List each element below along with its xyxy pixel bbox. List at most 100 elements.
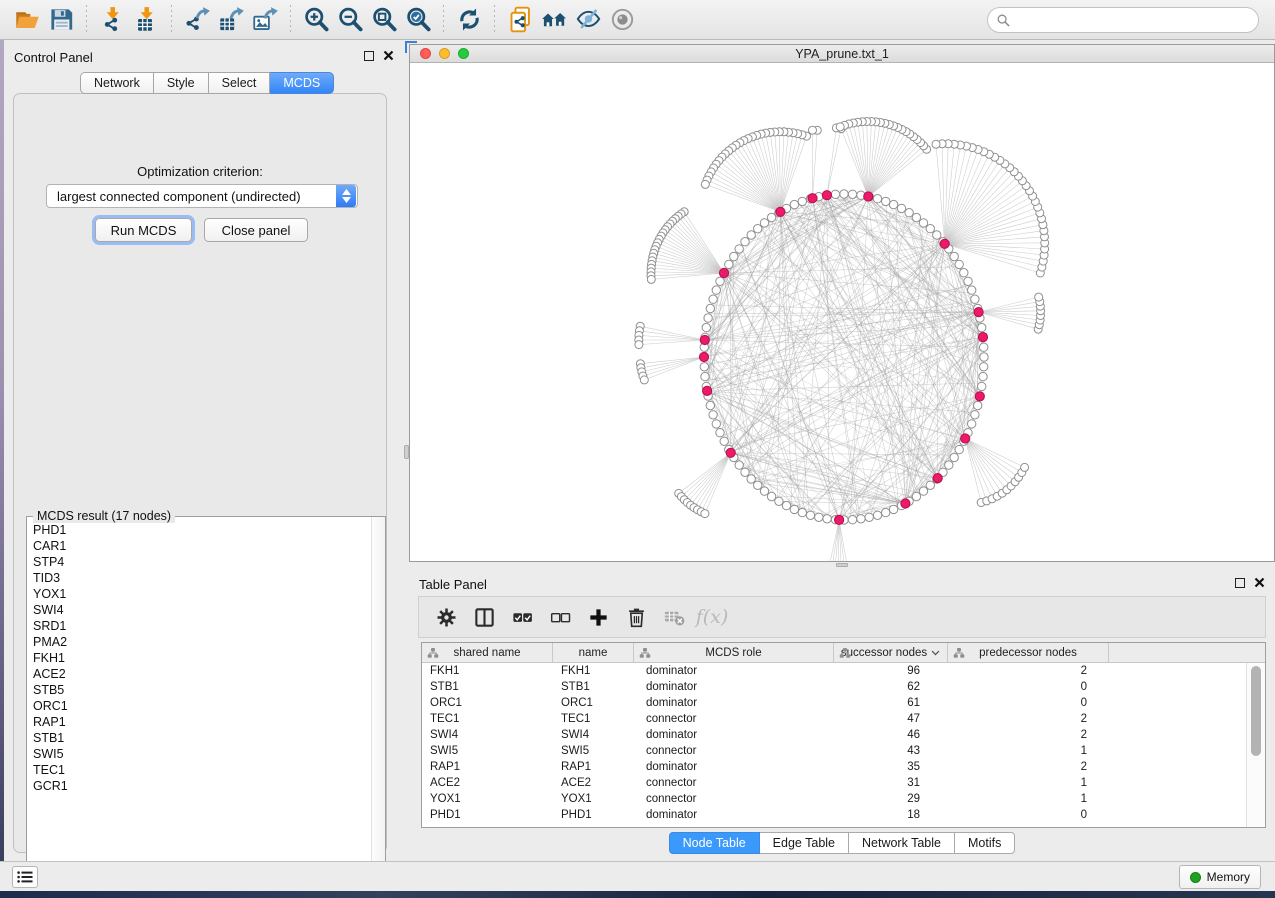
network-node[interactable]	[971, 411, 979, 419]
network-node[interactable]	[889, 200, 897, 208]
zoom-fit-button[interactable]	[367, 4, 401, 36]
table-cell[interactable]: dominator	[634, 679, 834, 695]
mcds-node[interactable]	[703, 386, 712, 395]
network-node[interactable]	[836, 123, 844, 131]
criterion-dropdown[interactable]: largest connected component (undirected)	[46, 184, 358, 208]
mcds-result-item[interactable]: STB5	[33, 682, 371, 698]
table-cell[interactable]: YOX1	[553, 791, 634, 807]
column-header-name[interactable]: name	[553, 643, 634, 662]
network-node[interactable]	[955, 445, 963, 453]
network-node[interactable]	[741, 238, 749, 246]
memory-button[interactable]: Memory	[1179, 865, 1261, 889]
network-node[interactable]	[919, 219, 927, 227]
network-node[interactable]	[968, 420, 976, 428]
table-cell[interactable]: dominator	[634, 663, 834, 679]
table-cell[interactable]: ORC1	[422, 695, 553, 711]
tab-network[interactable]: Network	[80, 72, 154, 94]
network-node[interactable]	[882, 508, 890, 516]
network-node[interactable]	[1021, 463, 1029, 471]
network-node[interactable]	[798, 508, 806, 516]
mcds-result-list[interactable]: PHD1CAR1STP4TID3YOX1SWI4SRD1PMA2FKH1ACE2…	[28, 518, 371, 878]
network-node[interactable]	[889, 505, 897, 513]
mcds-result-item[interactable]: SRD1	[33, 618, 371, 634]
network-node[interactable]	[702, 323, 710, 331]
network-node[interactable]	[873, 511, 881, 519]
network-node[interactable]	[706, 304, 714, 312]
table-cell[interactable]: ORC1	[553, 695, 634, 711]
mcds-result-item[interactable]: STB1	[33, 730, 371, 746]
network-node[interactable]	[933, 231, 941, 239]
table-cell[interactable]: dominator	[634, 759, 834, 775]
table-cell[interactable]: 2	[948, 727, 1109, 743]
network-node[interactable]	[926, 225, 934, 233]
tab-node-table[interactable]: Node Table	[669, 832, 760, 854]
float-panel-icon[interactable]	[1235, 578, 1245, 588]
mcds-node[interactable]	[822, 191, 831, 200]
network-node[interactable]	[775, 497, 783, 505]
table-row[interactable]: RAP1RAP1dominator352	[422, 759, 1245, 775]
deselect-all-button[interactable]	[541, 600, 579, 634]
table-cell[interactable]: dominator	[634, 807, 834, 823]
table-cell[interactable]: RAP1	[553, 759, 634, 775]
table-cell[interactable]: 0	[948, 695, 1109, 711]
select-all-button[interactable]	[503, 600, 541, 634]
table-cell[interactable]: connector	[634, 711, 834, 727]
network-node[interactable]	[790, 505, 798, 513]
network-node[interactable]	[980, 353, 988, 361]
table-cell[interactable]: 1	[948, 791, 1109, 807]
mcds-node[interactable]	[726, 448, 735, 457]
table-cell[interactable]: PHD1	[422, 807, 553, 823]
network-node[interactable]	[747, 475, 755, 483]
mcds-result-item[interactable]: PMA2	[33, 634, 371, 650]
table-cell[interactable]: 47	[834, 711, 948, 727]
network-node[interactable]	[971, 295, 979, 303]
table-cell[interactable]: 18	[834, 807, 948, 823]
network-node[interactable]	[905, 209, 913, 217]
column-header-predecessor-nodes[interactable]: predecessor nodes	[948, 643, 1109, 662]
clone-network-button[interactable]	[503, 4, 537, 36]
network-node[interactable]	[725, 260, 733, 268]
network-node[interactable]	[767, 492, 775, 500]
table-cell[interactable]: 0	[948, 807, 1109, 823]
table-row[interactable]: YOX1YOX1connector291	[422, 791, 1245, 807]
table-cell[interactable]: 29	[834, 791, 948, 807]
tab-motifs[interactable]: Motifs	[955, 832, 1015, 854]
table-cell[interactable]: SWI4	[422, 727, 553, 743]
network-node[interactable]	[700, 363, 708, 371]
table-row[interactable]: SWI4SWI4dominator462	[422, 727, 1245, 743]
network-canvas[interactable]	[410, 63, 1274, 561]
network-node[interactable]	[1035, 293, 1043, 301]
scrollbar-thumb[interactable]	[1251, 666, 1261, 756]
mcds-node[interactable]	[835, 515, 844, 524]
network-node[interactable]	[741, 468, 749, 476]
export-image-button[interactable]	[248, 4, 282, 36]
table-cell[interactable]: 61	[834, 695, 948, 711]
import-table-button[interactable]	[129, 4, 163, 36]
panel-menu-button[interactable]	[12, 866, 38, 888]
network-node[interactable]	[945, 461, 953, 469]
network-node[interactable]	[873, 195, 881, 203]
network-node[interactable]	[735, 461, 743, 469]
mcds-result-item[interactable]: ACE2	[33, 666, 371, 682]
table-cell[interactable]: 1	[948, 775, 1109, 791]
table-cell[interactable]: RAP1	[422, 759, 553, 775]
table-cell[interactable]: 46	[834, 727, 948, 743]
delete-button[interactable]	[617, 600, 655, 634]
mcds-node[interactable]	[699, 352, 708, 361]
table-row[interactable]: PHD1PHD1dominator180	[422, 807, 1245, 823]
table-cell[interactable]: 2	[948, 711, 1109, 727]
network-node[interactable]	[754, 481, 762, 489]
mcds-result-item[interactable]: SWI4	[33, 602, 371, 618]
network-node[interactable]	[806, 511, 814, 519]
close-panel-icon[interactable]	[1254, 577, 1265, 588]
table-cell[interactable]: 43	[834, 743, 948, 759]
table-cell[interactable]: TEC1	[553, 711, 634, 727]
network-node[interactable]	[980, 363, 988, 371]
save-button[interactable]	[44, 4, 78, 36]
network-node[interactable]	[840, 190, 848, 198]
table-cell[interactable]: connector	[634, 743, 834, 759]
table-settings-button[interactable]	[427, 600, 465, 634]
float-panel-icon[interactable]	[364, 51, 374, 61]
close-panel-button[interactable]: Close panel	[204, 218, 308, 242]
tab-mcds[interactable]: MCDS	[270, 72, 334, 94]
